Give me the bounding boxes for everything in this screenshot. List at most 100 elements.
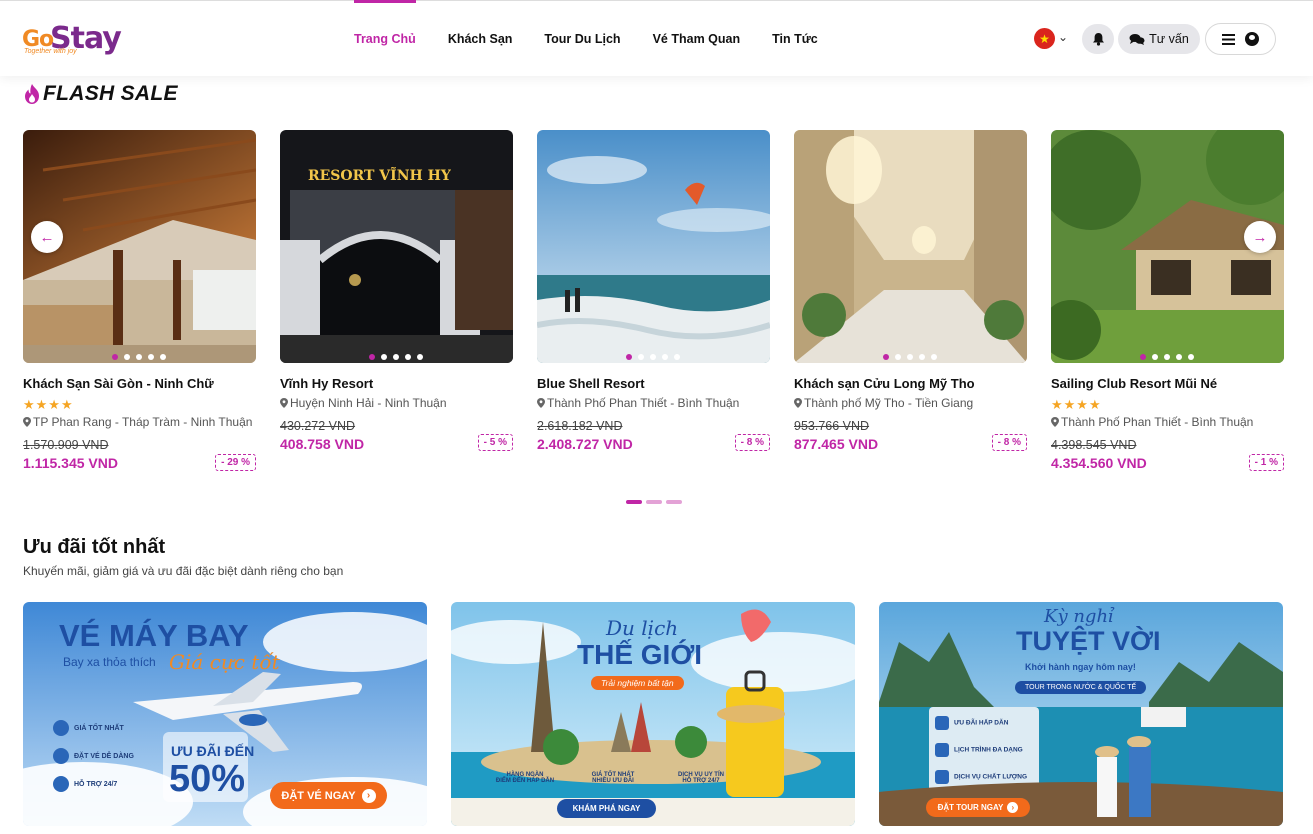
old-price: 953.766 VND xyxy=(794,419,870,433)
feature-item: HÀNG NGÀN ĐIỂM ĐẾN HẤP DẪN xyxy=(495,772,555,784)
pagination-dot[interactable] xyxy=(626,500,642,504)
feature-item: ĐẶT VÉ DỄ DÀNG xyxy=(53,748,134,764)
nav-home[interactable]: Trang Chủ xyxy=(338,0,432,77)
sale-price: 1.115.345 VND xyxy=(23,455,118,471)
nav-news[interactable]: Tin Tức xyxy=(756,1,834,77)
old-price: 2.618.182 VND xyxy=(537,419,623,433)
banner-script: Du lịch xyxy=(606,616,679,640)
tag-icon xyxy=(53,720,69,736)
vietnam-flag-icon[interactable]: ★ xyxy=(1034,28,1055,49)
banner-headline: TUYỆT VỜI xyxy=(1016,626,1161,656)
sale-price: 2.408.727 VND xyxy=(537,436,633,452)
discount-badge: - 8 % xyxy=(734,434,770,451)
arrow-right-icon: → xyxy=(1252,228,1268,246)
pagination-dot[interactable] xyxy=(666,500,682,504)
old-price: 1.570.909 VND xyxy=(23,438,109,452)
location-pin-icon xyxy=(794,398,802,408)
top-header: Go Stay Together with joy Trang Chủ Khác… xyxy=(0,0,1313,76)
hotel-image[interactable] xyxy=(537,130,770,363)
world-travel-banner[interactable]: Du lịch THẾ GIỚI Trải nghiệm bất tận HÀN… xyxy=(451,602,855,826)
tour-deal-banner[interactable]: Kỳ nghỉ TUYỆT VỜI Khởi hành ngay hôm nay… xyxy=(879,602,1283,826)
promo-label: ƯU ĐÃI ĐẾN xyxy=(171,743,255,759)
location-pin-icon xyxy=(537,398,545,408)
hotel-image[interactable]: RESORT VĨNH HY xyxy=(280,130,513,363)
sale-price: 4.354.560 VND xyxy=(1051,455,1147,471)
sale-price: 408.758 VND xyxy=(280,436,365,452)
location-pin-icon xyxy=(1051,417,1059,427)
camera-icon xyxy=(935,743,949,757)
hotel-name[interactable]: Sailing Club Resort Mũi Né xyxy=(1051,376,1217,391)
resort-sign: RESORT VĨNH HY xyxy=(308,165,452,184)
hotel-name[interactable]: Blue Shell Resort xyxy=(537,376,645,391)
feature-item: GIÁ TỐT NHẤT NHIỀU ƯU ĐÃI xyxy=(591,772,635,784)
feature-item: HỖ TRỢ 24/7 xyxy=(53,776,117,792)
sale-price: 877.465 VND xyxy=(794,436,879,452)
banner-script: Giá cực tốt xyxy=(169,650,280,674)
hotel-location: Huyện Ninh Hải - Ninh Thuận xyxy=(280,396,447,410)
shield-icon xyxy=(53,748,69,764)
pagination-dot[interactable] xyxy=(646,500,662,504)
old-price: 430.272 VND xyxy=(280,419,356,433)
location-pin-icon xyxy=(23,417,31,427)
discount-badge: - 8 % xyxy=(991,434,1027,451)
chevron-right-icon: › xyxy=(361,788,376,803)
book-tour-button[interactable]: ĐẶT TOUR NGAY › xyxy=(926,798,1030,817)
hamburger-icon xyxy=(1222,33,1235,45)
discount-badge: - 5 % xyxy=(477,434,513,451)
flash-sale-heading: FLASH SALE xyxy=(23,82,178,106)
hotel-card[interactable]: RESORT VĨNH HY Vĩnh Hy Resort Huyện Ninh… xyxy=(280,130,513,452)
feature-item: ƯU ĐÃI HẤP DẪN xyxy=(935,716,1008,730)
discount-badge: - 29 % xyxy=(215,454,256,471)
user-avatar-icon xyxy=(1245,32,1259,46)
carousel-pagination xyxy=(626,500,682,504)
hotel-location: TP Phan Rang - Tháp Tràm - Ninh Thuận xyxy=(23,415,252,429)
hotel-card[interactable]: Khách sạn Cửu Long Mỹ Tho Thành phố Mỹ T… xyxy=(794,130,1027,452)
hotel-name[interactable]: Vĩnh Hy Resort xyxy=(280,376,373,391)
main-nav: Trang Chủ Khách Sạn Tour Du Lịch Vé Tham… xyxy=(338,0,834,77)
notification-button[interactable] xyxy=(1082,24,1114,54)
promo-value: 50% xyxy=(169,758,246,800)
gift-icon xyxy=(935,716,949,730)
chevron-down-icon[interactable]: ⌄ xyxy=(1058,30,1068,44)
feature-item: DỊCH VỤ CHẤT LƯỢNG xyxy=(935,770,1027,784)
best-deals-subtitle: Khuyến mãi, giảm giá và ưu đãi đặc biệt … xyxy=(23,564,344,578)
users-icon xyxy=(935,770,949,784)
nav-tickets[interactable]: Vé Tham Quan xyxy=(637,1,757,77)
chat-icon xyxy=(1129,33,1145,45)
banner-headline: VÉ MÁY BAY xyxy=(59,618,249,653)
banner-sub: Khởi hành ngay hôm nay! xyxy=(1025,662,1136,672)
feature-item: LỊCH TRÌNH ĐA DẠNG xyxy=(935,743,1023,757)
best-deals-title: Ưu đãi tốt nhất xyxy=(23,536,166,558)
hotel-name[interactable]: Khách Sạn Sài Gòn - Ninh Chữ xyxy=(23,376,214,391)
headset-icon xyxy=(53,776,69,792)
location-pin-icon xyxy=(280,398,288,408)
star-rating: ★★★★ xyxy=(23,397,74,412)
banner-script: Kỳ nghỉ xyxy=(1044,606,1114,627)
gostay-logo[interactable]: Go Stay Together with joy xyxy=(22,21,122,61)
feature-item: GIÁ TỐT NHẤT xyxy=(53,720,124,736)
star-rating: ★★★★ xyxy=(1051,397,1102,412)
nav-hotels[interactable]: Khách Sạn xyxy=(432,1,529,77)
hotel-location: Thành phố Mỹ Tho - Tiền Giang xyxy=(794,396,973,410)
discount-badge: - 1 % xyxy=(1248,454,1284,471)
hotel-name[interactable]: Khách sạn Cửu Long Mỹ Tho xyxy=(794,376,975,391)
flight-deal-banner[interactable]: VÉ MÁY BAY Bay xa thỏa thích Giá cực tốt… xyxy=(23,602,427,826)
explore-now-button[interactable]: KHÁM PHÁ NGAY xyxy=(557,799,656,818)
banner-ribbon: Trải nghiệm bất tận xyxy=(591,676,684,690)
flash-sale-title: FLASH SALE xyxy=(43,82,178,105)
advice-button[interactable]: Tư vấn xyxy=(1118,24,1200,54)
hotel-image[interactable] xyxy=(794,130,1027,363)
carousel-prev-button[interactable]: ← xyxy=(31,221,63,253)
hotel-location: Thành Phố Phan Thiết - Bình Thuận xyxy=(1051,415,1253,429)
banner-sub: Bay xa thỏa thích xyxy=(63,655,156,669)
hotel-card[interactable]: Blue Shell Resort Thành Phố Phan Thiết -… xyxy=(537,130,770,452)
banner-headline: THẾ GIỚI xyxy=(577,639,703,670)
carousel-next-button[interactable]: → xyxy=(1244,221,1276,253)
flame-icon xyxy=(25,84,39,104)
nav-tours[interactable]: Tour Du Lịch xyxy=(528,1,636,77)
chevron-right-icon: › xyxy=(1007,802,1019,813)
book-flight-button[interactable]: ĐẶT VÉ NGAY › xyxy=(270,782,387,809)
bell-icon xyxy=(1092,33,1104,46)
banner-ribbon: TOUR TRONG NƯỚC & QUỐC TẾ xyxy=(1015,681,1147,694)
account-menu-button[interactable] xyxy=(1205,23,1276,55)
